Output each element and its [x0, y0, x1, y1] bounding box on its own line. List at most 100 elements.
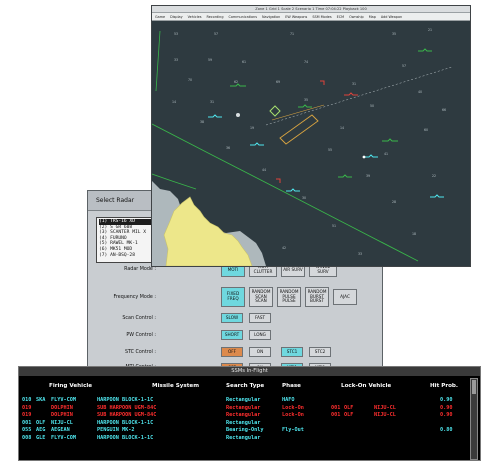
header-missile-system: Missile System [152, 383, 200, 389]
svg-text:74: 74 [304, 60, 308, 64]
svg-text:14: 14 [340, 126, 344, 130]
ssm-cell-prob: 0.90 [440, 412, 453, 418]
svg-text:41: 41 [384, 152, 388, 156]
stc-off-button[interactable]: OFF [221, 347, 243, 357]
frequency-random-burst-button[interactable]: RANDOM BURST BURST [305, 287, 329, 307]
svg-text:71: 71 [290, 32, 294, 36]
map-menu-item[interactable]: Navigation [262, 15, 280, 19]
map-menu-item[interactable]: Add Weapon [381, 15, 402, 19]
ssm-cell-search: Rectangular [226, 434, 261, 441]
radar-list[interactable]: (1) TRS-16 XD (2) S GR 608 (3) SCANTER MIL… [96, 217, 158, 263]
svg-text:57: 57 [402, 64, 406, 68]
svg-text:38: 38 [200, 120, 204, 124]
map-menu-item[interactable]: Ownship [349, 15, 364, 19]
header-search-type: Search Type [226, 383, 265, 389]
svg-text:39: 39 [366, 174, 370, 178]
svg-text:55: 55 [328, 148, 332, 152]
svg-text:21: 21 [428, 28, 432, 32]
tactical-map[interactable]: 53 57 71 35 21 33 59 61 74 57 70 62 69 31 40 14 31 3… [152, 21, 470, 266]
ssm-cell-vehicle: FLYV-COM [51, 397, 76, 403]
map-menu-item[interactable]: EW Weapons [285, 15, 307, 19]
ssm-cell-search: Rectangular [226, 419, 261, 426]
map-menu-item[interactable]: Vehicles [188, 15, 202, 19]
stc-control-label: STC Control : [124, 350, 156, 355]
ssm-table-row[interactable]: 008 GLE FLYV-COM HARPOON BLOCK-1-1C Rectangu… [19, 435, 459, 441]
ssm-cell-missile: SUB HARPOON UGM-84C [97, 412, 157, 418]
ssm-cell-lock-id: 001 [331, 404, 341, 411]
ssm-cell-phase: Lock-On [282, 412, 304, 418]
ssm-cell-id: 010 [22, 397, 32, 403]
scan-control-label: Scan Control : [122, 316, 156, 321]
ssm-cell-prob: 0.90 [440, 404, 453, 411]
svg-text:62: 62 [234, 80, 238, 84]
map-menu-item[interactable]: SSM Modes [312, 15, 331, 19]
ssm-table-row[interactable]: 019 DOLPHIN SUB HARPOON UGM-84C Rectangular… [19, 405, 459, 411]
svg-text:35: 35 [304, 98, 308, 102]
ssm-table-row[interactable]: 055 AEG AEGEAN PENGUIN MK-2 Bearing-Only Fly-… [19, 427, 459, 433]
map-menu-item[interactable]: Communications [228, 15, 257, 19]
frequency-fixed-freq-button[interactable]: FIXED FREQ [221, 287, 245, 307]
frequency-ajac-button[interactable]: AJAC [333, 289, 357, 305]
scan-fast-button[interactable]: FAST [249, 313, 271, 323]
ssm-cell-vehicle: DOLPHIN [51, 412, 73, 418]
ssm-table-row[interactable]: 010 SKA FLYV-COM HARPOON BLOCK-1-1C Rectangu… [19, 397, 459, 403]
svg-text:50: 50 [370, 104, 374, 108]
header-hit-prob: Hit Prob. [430, 383, 459, 389]
svg-text:31: 31 [352, 82, 356, 86]
ssm-cell-id: 019 [22, 404, 32, 411]
ssm-cell-prob: 0.80 [440, 427, 453, 433]
map-menu-item[interactable]: Map [369, 15, 376, 19]
ssm-cell-search: Rectangular [226, 412, 261, 418]
svg-text:70: 70 [188, 78, 192, 82]
ssm-cell-search: Rectangular [226, 397, 261, 403]
pw-short-button[interactable]: SHORT [221, 330, 243, 340]
svg-text:59: 59 [208, 58, 212, 62]
stc1-button[interactable]: STC1 [281, 347, 303, 357]
svg-text:22: 22 [432, 174, 436, 178]
svg-text:36: 36 [226, 146, 230, 150]
ssm-cell-missile: HARPOON BLOCK-1-1C [97, 434, 154, 441]
svg-text:35: 35 [392, 32, 396, 36]
svg-text:69: 69 [276, 80, 280, 84]
ssm-cell-vehicle: DOLPHIN [51, 404, 73, 411]
ssm-cell-phase: Fly-Out [282, 427, 304, 433]
ssm-in-flight-window: SSMs In-Flight Firing Vehicle Missile Sy… [18, 366, 481, 461]
frequency-random-scan-button[interactable]: RANDOM SCAN SCAN [249, 287, 273, 307]
svg-text:57: 57 [214, 32, 218, 36]
header-phase: Phase [282, 383, 301, 389]
map-menu-item[interactable]: ECM [337, 15, 344, 19]
ssm-table-row[interactable]: 001 OLF NIJU-CL HARPOON BLOCK-1-1C Rectangul… [19, 420, 459, 426]
tactical-map-window: Zone 1 Grid 1 Scale 2 Scenario 1 Time 07… [151, 5, 471, 267]
radar-list-item[interactable]: (7) AN-BSQ-28 [99, 253, 155, 259]
ssm-cell-code: SKA [36, 397, 46, 403]
map-menu-item[interactable]: Recording [207, 15, 224, 19]
stc2-button[interactable]: STC2 [309, 347, 331, 357]
scrollbar-thumb[interactable] [472, 380, 476, 394]
stc-on-button[interactable]: ON [249, 347, 271, 357]
map-menu-item[interactable]: Display [170, 15, 183, 19]
ssm-cell-code: AEG [36, 427, 46, 433]
pw-control-label: PW Control : [126, 333, 156, 338]
map-menu-item[interactable]: Game [155, 15, 165, 19]
ssm-cell-vehicle: NIJU-CL [51, 419, 73, 426]
header-lock-on-vehicle: Lock-On Vehicle [341, 383, 392, 389]
svg-text:40: 40 [418, 90, 422, 94]
ssm-cell-prob: 0.90 [440, 397, 453, 403]
ssm-cell-id: 008 [22, 434, 32, 441]
ssm-scrollbar[interactable] [470, 378, 478, 460]
header-firing-vehicle: Firing Vehicle [49, 383, 93, 389]
ssm-table-row[interactable]: 019 DOLPHIN SUB HARPOON UGM-84C Rectangular… [19, 412, 459, 418]
svg-text:51: 51 [332, 224, 336, 228]
pw-long-button[interactable]: LONG [249, 330, 271, 340]
frequency-random-pulse-button[interactable]: RANDOM PULSE PULSE [277, 287, 301, 307]
scan-slow-button[interactable]: SLOW [221, 313, 243, 323]
svg-text:33: 33 [174, 58, 178, 62]
svg-text:44: 44 [262, 168, 266, 172]
ssm-cell-missile: HARPOON BLOCK-1-1C [97, 397, 154, 403]
svg-text:53: 53 [174, 32, 178, 36]
svg-text:42: 42 [282, 246, 286, 250]
svg-text:33: 33 [358, 252, 362, 256]
ssm-cell-code: OLF [36, 419, 46, 426]
frequency-mode-label: Frequency Mode : [113, 295, 156, 300]
ssm-cell-phase: Lock-On [282, 404, 304, 411]
